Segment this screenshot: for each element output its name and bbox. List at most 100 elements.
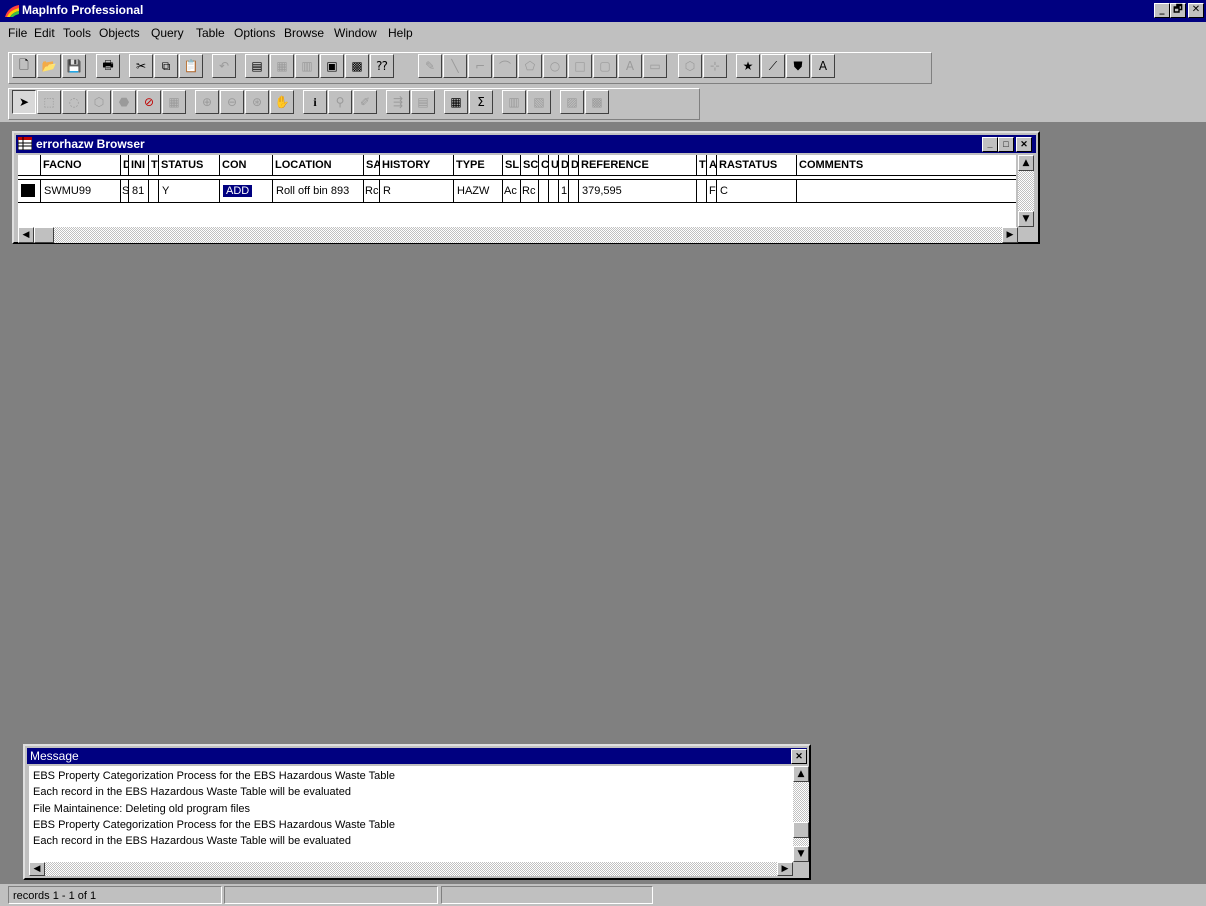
table-cell[interactable]: Ac bbox=[502, 180, 520, 202]
redistricter-icon[interactable]: ▩ bbox=[345, 54, 369, 78]
browser-minimize-button[interactable]: _ bbox=[982, 137, 998, 152]
new-browser-icon[interactable]: ▤ bbox=[245, 54, 269, 78]
table-cell[interactable] bbox=[548, 180, 558, 202]
message-vertical-scrollbar[interactable]: ▲ ▼ bbox=[793, 766, 809, 862]
zoom-out-icon[interactable]: ⊖ bbox=[220, 90, 244, 114]
new-layout-icon[interactable]: ▣ bbox=[320, 54, 344, 78]
draw-symbol-icon[interactable]: ✎ bbox=[418, 54, 442, 78]
scroll-thumb[interactable] bbox=[34, 227, 54, 243]
menu-help[interactable]: Help bbox=[388, 26, 413, 40]
restore-button[interactable]: 🗗 bbox=[1170, 3, 1186, 18]
menu-tools[interactable]: Tools bbox=[63, 26, 91, 40]
column-header[interactable]: TYPE bbox=[453, 155, 502, 175]
column-header[interactable]: A bbox=[706, 155, 716, 175]
open-folder-icon[interactable]: 📂 bbox=[37, 54, 61, 78]
grabber-hand-icon[interactable]: ✋ bbox=[270, 90, 294, 114]
draw-line-icon[interactable]: ╲ bbox=[443, 54, 467, 78]
column-header[interactable]: D bbox=[568, 155, 578, 175]
print-icon[interactable]: 🖶 bbox=[96, 54, 120, 78]
menu-table[interactable]: Table bbox=[196, 26, 225, 40]
undo-icon[interactable]: ↶ bbox=[212, 54, 236, 78]
cell-reference[interactable]: 379,595 bbox=[578, 180, 696, 202]
scroll-right-arrow-icon[interactable]: ▶ bbox=[1002, 227, 1018, 243]
region-style-icon[interactable]: ⛊ bbox=[786, 54, 810, 78]
column-header[interactable]: HISTORY bbox=[379, 155, 453, 175]
add-node-icon[interactable]: ⊹ bbox=[703, 54, 727, 78]
select-arrow-icon[interactable]: ➤ bbox=[12, 90, 36, 114]
column-header[interactable]: RASTATUS bbox=[716, 155, 796, 175]
drag-map-icon[interactable]: ⇶ bbox=[386, 90, 410, 114]
statistics-sigma-icon[interactable]: Σ bbox=[469, 90, 493, 114]
browser-maximize-button[interactable]: □ bbox=[998, 137, 1014, 152]
draw-frame-icon[interactable]: ▭ bbox=[643, 54, 667, 78]
browser-close-button[interactable]: ✕ bbox=[1016, 137, 1032, 152]
cell-con[interactable]: ADD bbox=[219, 180, 272, 202]
change-view-icon[interactable]: ⊛ bbox=[245, 90, 269, 114]
line-style-icon[interactable]: ⟋ bbox=[761, 54, 785, 78]
column-header[interactable]: CON bbox=[219, 155, 272, 175]
unselect-all-icon[interactable]: ⊘ bbox=[137, 90, 161, 114]
column-header[interactable]: SL bbox=[502, 155, 520, 175]
column-header[interactable]: LOCATION bbox=[272, 155, 363, 175]
scroll-down-arrow-icon[interactable]: ▼ bbox=[1018, 211, 1034, 227]
save-icon[interactable]: 💾 bbox=[62, 54, 86, 78]
menu-window[interactable]: Window bbox=[334, 26, 377, 40]
column-header[interactable]: STATUS bbox=[158, 155, 219, 175]
cell-status[interactable]: Y bbox=[158, 180, 219, 202]
cell-rastatus[interactable]: C bbox=[716, 180, 796, 202]
draw-ellipse-icon[interactable]: ○ bbox=[543, 54, 567, 78]
graph-select-icon[interactable]: ▦ bbox=[162, 90, 186, 114]
scroll-thumb[interactable] bbox=[793, 822, 809, 838]
info-tool-icon[interactable]: i bbox=[303, 90, 327, 114]
scroll-right-arrow-icon[interactable]: ▶ bbox=[777, 862, 793, 876]
layer-control-icon[interactable]: ▤ bbox=[411, 90, 435, 114]
marquee-select-icon[interactable]: ⬚ bbox=[37, 90, 61, 114]
clip-region-icon[interactable]: ▩ bbox=[585, 90, 609, 114]
column-header[interactable]: T bbox=[696, 155, 706, 175]
column-header[interactable]: SC bbox=[520, 155, 538, 175]
menu-options[interactable]: Options bbox=[234, 26, 275, 40]
scroll-up-arrow-icon[interactable]: ▲ bbox=[793, 766, 809, 782]
hotlink-icon[interactable]: ⚲ bbox=[328, 90, 352, 114]
menu-objects[interactable]: Objects bbox=[99, 26, 140, 40]
column-header[interactable]: REFERENCE bbox=[578, 155, 696, 175]
column-header[interactable]: D bbox=[558, 155, 568, 175]
symbol-style-icon[interactable]: ★ bbox=[736, 54, 760, 78]
cut-icon[interactable]: ✂ bbox=[129, 54, 153, 78]
scroll-left-arrow-icon[interactable]: ◀ bbox=[18, 227, 34, 243]
browser-horizontal-scrollbar[interactable]: ◀ ▶ bbox=[18, 227, 1018, 243]
reshape-icon[interactable]: ⬡ bbox=[678, 54, 702, 78]
cell-history[interactable]: R bbox=[379, 180, 453, 202]
column-header[interactable]: COMMENTS bbox=[796, 155, 1016, 175]
menu-edit[interactable]: Edit bbox=[34, 26, 55, 40]
text-style-icon[interactable]: A bbox=[811, 54, 835, 78]
help-pointer-icon[interactable]: ⁇ bbox=[370, 54, 394, 78]
table-cell[interactable] bbox=[148, 180, 158, 202]
table-cell[interactable]: F bbox=[706, 180, 716, 202]
table-cell[interactable]: S bbox=[120, 180, 128, 202]
label-tool-icon[interactable]: ✐ bbox=[353, 90, 377, 114]
table-cell[interactable] bbox=[568, 180, 578, 202]
cell-location[interactable]: Roll off bin 893 bbox=[272, 180, 363, 202]
column-header[interactable]: U bbox=[548, 155, 558, 175]
selected-cell-value[interactable]: ADD bbox=[221, 184, 254, 198]
menu-query[interactable]: Query bbox=[151, 26, 184, 40]
table-cell[interactable] bbox=[696, 180, 706, 202]
legend-icon[interactable]: ▥ bbox=[502, 90, 526, 114]
table-cell[interactable]: 1 bbox=[558, 180, 568, 202]
copy-icon[interactable]: ⧉ bbox=[154, 54, 178, 78]
table-row[interactable]: SWMU99 S 81 Y ADD Roll off bin 893 Rc R … bbox=[18, 179, 1016, 203]
menu-browse[interactable]: Browse bbox=[284, 26, 324, 40]
column-header[interactable]: SA bbox=[363, 155, 379, 175]
scroll-up-arrow-icon[interactable]: ▲ bbox=[1018, 155, 1034, 171]
close-button[interactable]: ✕ bbox=[1188, 3, 1204, 18]
column-header[interactable]: INI bbox=[128, 155, 148, 175]
paste-icon[interactable]: 📋 bbox=[179, 54, 203, 78]
column-header[interactable]: D bbox=[120, 155, 128, 175]
draw-text-icon[interactable]: A bbox=[618, 54, 642, 78]
draw-arc-icon[interactable]: ⌒ bbox=[493, 54, 517, 78]
draw-rounded-rect-icon[interactable]: ▢ bbox=[593, 54, 617, 78]
new-file-icon[interactable]: 🗋 bbox=[12, 54, 36, 78]
table-cell[interactable]: Rc bbox=[520, 180, 538, 202]
cell-type[interactable]: HAZW bbox=[453, 180, 502, 202]
